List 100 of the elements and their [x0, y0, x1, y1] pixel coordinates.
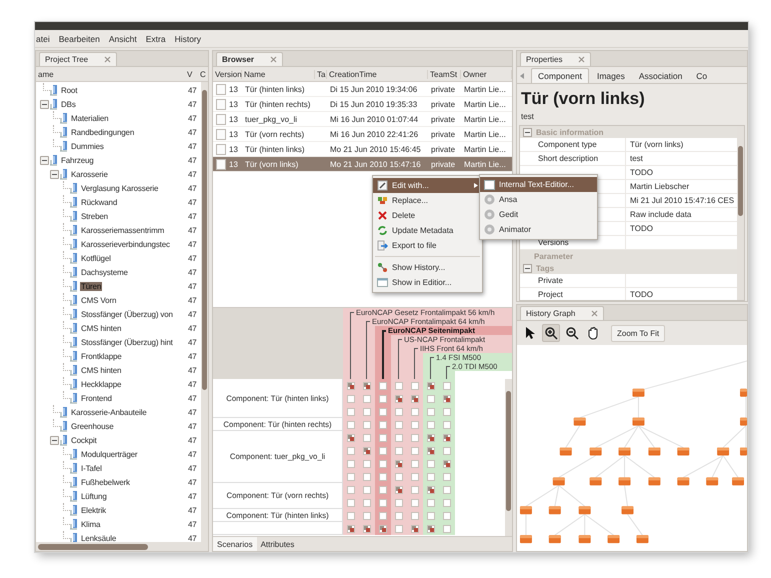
- column-header[interactable]: Version: [213, 70, 242, 78]
- tree-item[interactable]: Karosserie: [70, 170, 109, 178]
- checkbox[interactable]: [379, 472, 387, 480]
- checkbox[interactable]: [411, 446, 419, 454]
- menu-item[interactable]: Show History...: [373, 260, 482, 275]
- checkbox[interactable]: [427, 382, 435, 390]
- expander-toggle[interactable]: [40, 100, 48, 108]
- graph-node[interactable]: [740, 448, 747, 456]
- menu-item[interactable]: Edit with...: [373, 178, 482, 193]
- scrollbar[interactable]: [36, 542, 208, 551]
- scrollbar[interactable]: [737, 126, 744, 300]
- tree-item[interactable]: Modulquerträger: [80, 450, 138, 458]
- tree-item[interactable]: Cockpit: [70, 436, 98, 444]
- checkbox[interactable]: [379, 394, 387, 402]
- tree-item[interactable]: Elektrik: [80, 506, 108, 514]
- checkbox[interactable]: [395, 446, 403, 454]
- tree-item[interactable]: Lüftung: [80, 492, 108, 500]
- tree-item[interactable]: Fußhebelwerk: [80, 478, 131, 486]
- menu-item[interactable]: Internal Text-Editior...: [480, 177, 597, 192]
- checkbox[interactable]: [427, 434, 435, 442]
- graph-node[interactable]: [732, 477, 744, 486]
- tab[interactable]: Images: [590, 69, 631, 83]
- checkbox[interactable]: [379, 498, 387, 506]
- checkbox[interactable]: [347, 394, 355, 402]
- table-row[interactable]: 13 Tür (hinten rechts) Di 15 Jun 2010 19:35:33 private Martin Lie...: [213, 97, 512, 112]
- tree-item[interactable]: Stossfänger (Überzug) von: [80, 310, 174, 318]
- checkbox[interactable]: [363, 434, 371, 442]
- checkbox[interactable]: [347, 472, 355, 480]
- tree-item[interactable]: Frontklappe: [80, 352, 123, 360]
- tree-item[interactable]: Randbedingungen: [70, 128, 136, 136]
- graph-node[interactable]: [648, 448, 660, 456]
- checkbox[interactable]: [395, 420, 403, 428]
- table-row[interactable]: 13 Tür (vorn rechts) Mi 16 Jun 2010 22:41:26 private Martin Lie...: [213, 127, 512, 142]
- graph-node[interactable]: [520, 506, 532, 514]
- tree-item[interactable]: Rückwand: [80, 198, 118, 206]
- checkbox[interactable]: [379, 446, 387, 454]
- zoom-button[interactable]: Zoom To Fit: [611, 324, 666, 342]
- column-header[interactable]: CreationTime: [327, 70, 428, 78]
- checkbox[interactable]: [395, 472, 403, 480]
- checkbox[interactable]: [347, 486, 355, 494]
- checkbox[interactable]: [411, 472, 419, 480]
- menu-item[interactable]: Update Metadata: [373, 223, 482, 238]
- checkbox[interactable]: [363, 512, 371, 520]
- panel-tab[interactable]: History Graph: [520, 306, 604, 320]
- checkbox[interactable]: [427, 446, 435, 454]
- tab[interactable]: Co: [690, 69, 714, 83]
- expander-toggle[interactable]: [523, 128, 532, 136]
- checkbox[interactable]: [411, 420, 419, 428]
- checkbox[interactable]: [411, 408, 419, 416]
- checkbox[interactable]: [363, 408, 371, 416]
- checkbox[interactable]: [347, 420, 355, 428]
- checkbox[interactable]: [363, 524, 371, 532]
- menu-item[interactable]: Extra: [146, 34, 166, 44]
- tree-item[interactable]: Greenhouse: [70, 422, 115, 430]
- checkbox[interactable]: [379, 460, 387, 468]
- checkbox[interactable]: [395, 434, 403, 442]
- checkbox[interactable]: [347, 382, 355, 390]
- tree-item[interactable]: Türen: [80, 282, 102, 290]
- tree-item[interactable]: Heckklappe: [80, 380, 122, 388]
- checkbox[interactable]: [379, 512, 387, 520]
- tree-item[interactable]: Lenksäule: [80, 534, 118, 542]
- checkbox[interactable]: [427, 420, 435, 428]
- tree-item[interactable]: Dummies: [70, 142, 105, 150]
- checkbox[interactable]: [395, 382, 403, 390]
- checkbox[interactable]: [395, 486, 403, 494]
- table-row[interactable]: 13 Tür (vorn links) Mo 21 Jun 2010 15:47:16 private Martin Lie...: [213, 157, 512, 172]
- graph-node[interactable]: [632, 418, 644, 426]
- tab[interactable]: Component: [531, 68, 589, 83]
- checkbox[interactable]: [411, 434, 419, 442]
- checkbox[interactable]: [379, 486, 387, 494]
- tree-item[interactable]: Root: [60, 86, 78, 94]
- checkbox[interactable]: [411, 524, 419, 532]
- tree-item[interactable]: Frontend: [80, 394, 113, 402]
- checkbox[interactable]: [347, 446, 355, 454]
- graph-node[interactable]: [618, 448, 630, 456]
- menu-item[interactable]: Replace...: [373, 193, 482, 208]
- checkbox[interactable]: [427, 512, 435, 520]
- expander-toggle[interactable]: [50, 170, 58, 178]
- checkbox[interactable]: [427, 486, 435, 494]
- checkbox[interactable]: [443, 434, 451, 442]
- menu-item[interactable]: Show in Editior...: [373, 275, 482, 290]
- checkbox[interactable]: [347, 460, 355, 468]
- tree-item[interactable]: Verglasung Karosserie: [80, 184, 160, 192]
- checkbox[interactable]: [427, 394, 435, 402]
- checkbox[interactable]: [363, 486, 371, 494]
- tree-item[interactable]: CMS Vorn: [80, 296, 118, 304]
- checkbox[interactable]: [443, 512, 451, 520]
- graph-node[interactable]: [618, 477, 630, 486]
- checkbox[interactable]: [363, 498, 371, 506]
- scrollbar[interactable]: [201, 82, 208, 542]
- tree-item[interactable]: Karosserie-Anbauteile: [70, 408, 148, 416]
- menu-item[interactable]: History: [174, 34, 202, 44]
- checkbox[interactable]: [363, 420, 371, 428]
- graph-node[interactable]: [520, 535, 532, 544]
- graph-node[interactable]: [608, 535, 620, 544]
- panel-tab[interactable]: Browser: [216, 52, 284, 66]
- tool-button[interactable]: [542, 324, 560, 342]
- checkbox[interactable]: [395, 498, 403, 506]
- column-header[interactable]: Owner: [461, 70, 512, 78]
- tree-item[interactable]: I-Tafel: [80, 464, 103, 472]
